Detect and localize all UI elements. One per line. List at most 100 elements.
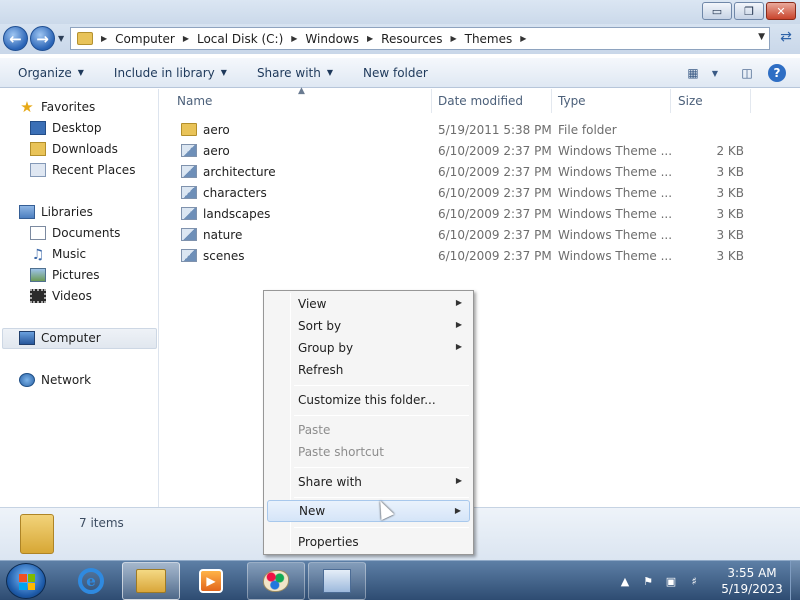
menu-item-customize-folder[interactable]: Customize this folder... [267,389,470,411]
new-folder-button[interactable]: New folder [363,66,428,80]
refresh-icon[interactable]: ⇄ [776,29,796,49]
file-row[interactable]: scenes 6/10/2009 2:37 PM Windows Theme .… [177,245,777,266]
nav-music[interactable]: ♫ Music [30,244,86,264]
chevron-right-icon[interactable]: ▶ [520,34,526,43]
chevron-right-icon[interactable]: ▶ [101,34,107,43]
view-options-icon[interactable]: ▦ [682,64,704,82]
taskbar-internet-explorer[interactable]: e [62,562,120,600]
nav-downloads[interactable]: Downloads [30,139,118,159]
start-button[interactable] [6,563,46,599]
system-tray: ▲ ⚑ ▣ ♯ [618,561,701,600]
menu-item-group-by[interactable]: Group by ▶ [267,337,470,359]
address-dropdown-icon[interactable]: ▼ [758,32,765,42]
menu-item-view[interactable]: View ▶ [267,293,470,315]
file-size: 3 KB [716,164,744,179]
recent-places-icon [30,163,46,177]
nav-recent-places[interactable]: Recent Places [30,160,135,180]
menu-separator [294,497,469,498]
column-header-date-modified[interactable]: Date modified [421,89,552,113]
history-dropdown-icon[interactable]: ▼ [58,34,64,43]
sort-ascending-icon: ▲ [298,86,305,96]
share-with-button[interactable]: Share with ▼ [257,66,333,80]
nav-desktop[interactable]: Desktop [30,118,102,138]
chevron-right-icon[interactable]: ▶ [367,34,373,43]
chevron-right-icon[interactable]: ▶ [291,34,297,43]
videos-icon [30,289,46,303]
taskbar-windows-explorer[interactable] [122,562,180,600]
file-row[interactable]: landscapes 6/10/2009 2:37 PM Windows The… [177,203,777,224]
column-header-name[interactable]: Name ▲ [160,86,432,113]
menu-item-sort-by[interactable]: Sort by ▶ [267,315,470,337]
taskbar-control-panel[interactable] [308,562,366,600]
breadcrumb-windows[interactable]: Windows [305,32,359,46]
nav-recent-places-label: Recent Places [52,163,136,177]
nav-videos[interactable]: Videos [30,286,92,306]
column-size-label: Size [678,94,703,108]
nav-libraries[interactable]: Libraries [19,202,93,222]
nav-network[interactable]: Network [19,370,91,390]
file-row[interactable]: characters 6/10/2009 2:37 PM Windows The… [177,182,777,203]
theme-file-icon [181,186,197,199]
chevron-down-icon: ▼ [326,68,333,77]
organize-button[interactable]: Organize ▼ [18,66,84,80]
nav-computer[interactable]: Computer [19,328,101,348]
nav-pictures[interactable]: Pictures [30,265,100,285]
nav-documents[interactable]: Documents [30,223,120,243]
file-name: aero [203,143,230,158]
file-row[interactable]: aero 5/19/2011 5:38 PM File folder [177,119,777,140]
breadcrumb-themes[interactable]: Themes [465,32,513,46]
star-icon: ★ [20,98,34,116]
help-icon[interactable]: ? [768,64,786,82]
clock-date: 5/19/2023 [721,582,783,596]
submenu-arrow-icon: ▶ [455,342,462,351]
include-in-library-button[interactable]: Include in library ▼ [114,66,227,80]
file-row[interactable]: architecture 6/10/2009 2:37 PM Windows T… [177,161,777,182]
file-list[interactable]: Name ▲ Date modified Type Size aero 5/19… [160,86,800,507]
show-hidden-icons-icon[interactable]: ▲ [618,574,632,588]
close-button[interactable]: ✕ [766,2,796,20]
clock-time: 3:55 AM [727,566,777,580]
file-name: scenes [203,248,245,263]
menu-item-refresh[interactable]: Refresh [267,359,470,381]
menu-item-properties[interactable]: Properties [267,531,470,553]
toolbar-right: ▦ ▼ ◫ ? [682,58,800,88]
file-name: architecture [203,164,276,179]
taskbar-media-player[interactable]: ▶ [182,562,240,600]
taskbar-paint[interactable] [247,562,305,600]
chevron-down-icon[interactable]: ▼ [704,64,726,82]
file-row[interactable]: nature 6/10/2009 2:37 PM Windows Theme .… [177,224,777,245]
folder-icon [181,123,197,136]
chevron-right-icon[interactable]: ▶ [450,34,456,43]
menu-item-new[interactable]: New ▶ [267,500,470,522]
breadcrumb-computer[interactable]: Computer [115,32,175,46]
action-center-flag-icon[interactable]: ⚑ [641,574,655,588]
menu-item-paste-shortcut[interactable]: Paste shortcut [267,441,470,463]
menu-item-share-with[interactable]: Share with ▶ [267,471,470,493]
clock[interactable]: 3:55 AM 5/19/2023 [718,565,786,597]
preview-pane-icon[interactable]: ◫ [736,64,758,82]
breadcrumb-local-disk[interactable]: Local Disk (C:) [197,32,283,46]
address-bar[interactable]: ▶ Computer ▶ Local Disk (C:) ▶ Windows ▶… [70,27,770,50]
breadcrumb-resources[interactable]: Resources [381,32,442,46]
file-row[interactable]: aero 6/10/2009 2:37 PM Windows Theme ...… [177,140,777,161]
network-icon [19,373,35,387]
nav-favorites[interactable]: ★ Favorites [19,97,95,117]
file-date: 6/10/2009 2:37 PM [438,227,552,242]
file-date: 6/10/2009 2:37 PM [438,206,552,221]
volume-muted-icon[interactable]: ♯ [687,574,701,588]
column-header-size[interactable]: Size [661,89,751,113]
maximize-button[interactable]: ❐ [734,2,764,20]
context-menu: View ▶ Sort by ▶ Group by ▶ Refresh Cust… [263,290,474,555]
back-button[interactable]: ← [3,26,28,51]
navigation-pane: ★ Favorites Desktop Downloads Recent Pla… [0,89,159,507]
media-player-icon: ▶ [199,569,223,593]
network-tray-icon[interactable]: ▣ [664,574,678,588]
file-name: nature [203,227,243,242]
forward-button[interactable]: → [30,26,55,51]
show-desktop-button[interactable] [790,561,800,600]
chevron-right-icon[interactable]: ▶ [183,34,189,43]
menu-item-new-label: New [299,504,326,518]
column-header-type[interactable]: Type [541,89,671,113]
minimize-button[interactable]: ▭ [702,2,732,20]
menu-item-paste[interactable]: Paste [267,419,470,441]
